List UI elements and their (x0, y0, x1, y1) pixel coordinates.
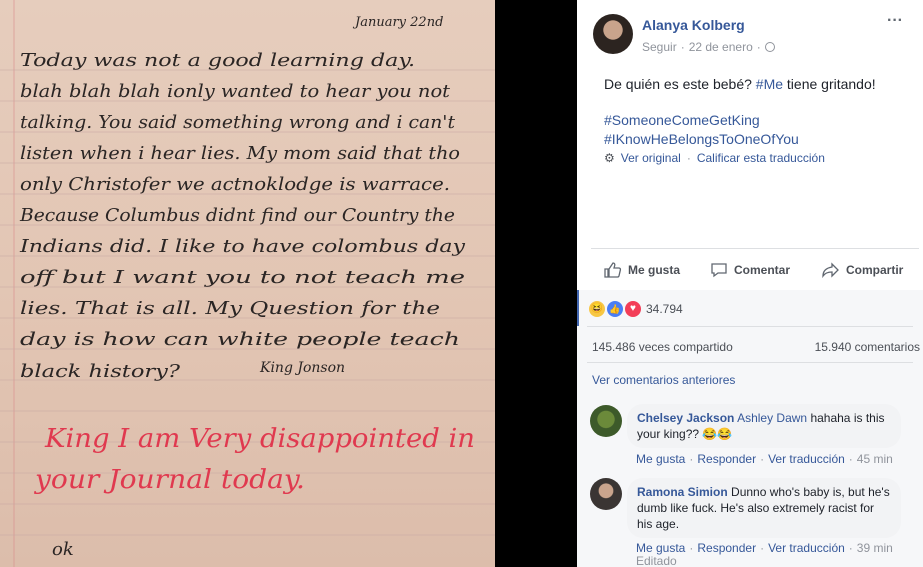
note-line: only Christofer we actnoklodge is warrac… (20, 174, 450, 195)
note-reply: ok (52, 539, 74, 560)
follow-link[interactable]: Seguir (642, 40, 677, 54)
note-line: day is how can white people teach (20, 329, 460, 350)
like-label: Me gusta (628, 263, 681, 277)
comment-reply-link[interactable]: Responder (697, 452, 756, 466)
view-previous-comments[interactable]: Ver comentarios anteriores (592, 373, 735, 387)
hashtag-link[interactable]: #SomeoneComeGetKing (604, 112, 760, 128)
translation-bar: ⚙ Ver original · Calificar esta traducci… (604, 151, 825, 165)
thumbs-up-icon (604, 262, 622, 278)
like-reaction-icon: 👍 (607, 301, 623, 317)
share-label: Compartir (846, 263, 904, 277)
comment-icon (711, 263, 727, 278)
comment-actions: Me gusta · Responder · Ver traducción · … (636, 452, 893, 466)
comment-translate-link[interactable]: Ver traducción (768, 452, 845, 466)
note-line: Today was not a good learning day. (20, 50, 415, 71)
comment-reply-link[interactable]: Responder (697, 541, 756, 555)
share-icon (822, 262, 839, 278)
post-text: De quién es este bebé? #Me tiene gritand… (604, 76, 876, 92)
divider (587, 326, 913, 327)
edited-label: Editado (636, 554, 677, 567)
divider (591, 248, 919, 249)
teacher-comment: King I am Very disappointed in (44, 424, 475, 454)
author-name[interactable]: Alanya Kolberg (642, 17, 745, 33)
love-reaction-icon: ♥ (625, 301, 641, 317)
comment-time[interactable]: 45 min (857, 452, 893, 466)
post-date[interactable]: 22 de enero (689, 40, 753, 54)
separator: · (686, 151, 691, 165)
notebook-page: January 22nd Today was not a good learni… (0, 0, 495, 567)
note-line: lies. That is all. My Question for the (20, 298, 440, 319)
post-text-part: De quién es este bebé? (604, 76, 752, 92)
note-date: January 22nd (352, 15, 443, 30)
note-line: listen when i hear lies. My mom said tha… (20, 143, 460, 164)
haha-reaction-icon: 😆 (589, 301, 605, 317)
comment-time[interactable]: 39 min (857, 541, 893, 555)
teacher-comment: your Journal today. (34, 465, 305, 495)
comments-count[interactable]: 15.940 comentarios (815, 340, 920, 354)
commenter-avatar[interactable] (590, 478, 622, 510)
post-text-part: tiene gritando! (786, 76, 876, 92)
comment-bubble: Ramona Simion Dunno who's baby is, but h… (627, 478, 901, 538)
globe-icon (764, 42, 775, 52)
tagged-user[interactable]: Ashley Dawn (737, 411, 807, 425)
shares-count[interactable]: 145.486 veces compartido (592, 340, 733, 354)
note-line: Because Columbus didnt find our Country … (19, 205, 455, 226)
separator: · (848, 541, 853, 555)
hashtag-link[interactable]: #IKnowHeBelongsToOneOfYou (604, 131, 799, 147)
accent-bar (577, 290, 579, 326)
note-line: black history? (20, 361, 180, 382)
post-panel: Alanya Kolberg Seguir · 22 de enero · ··… (577, 0, 923, 567)
post-photo[interactable]: January 22nd Today was not a good learni… (0, 0, 495, 567)
commenter-name[interactable]: Ramona Simion (637, 485, 728, 499)
comment-like-link[interactable]: Me gusta (636, 452, 685, 466)
rate-translation-link[interactable]: Calificar esta traducción (697, 151, 825, 165)
separator: · (760, 541, 765, 555)
comment-actions: Me gusta · Responder · Ver traducción · … (636, 541, 893, 555)
comment-button[interactable]: Comentar (710, 262, 790, 278)
commenter-avatar[interactable] (590, 405, 622, 437)
comment-translate-link[interactable]: Ver traducción (768, 541, 845, 555)
separator: · (689, 541, 694, 555)
share-button[interactable]: Compartir (822, 262, 903, 278)
like-button[interactable]: Me gusta (604, 262, 680, 278)
laughing-emoji-icon: 😂😂 (702, 427, 733, 441)
note-signature: King Jonson (259, 360, 345, 376)
photo-gutter (495, 0, 577, 567)
note-line: off but I want you to not teach me (20, 267, 465, 288)
hashtag-link[interactable]: #Me (756, 76, 783, 92)
note-line: blah blah blah ionly wanted to hear you … (20, 81, 451, 102)
divider (587, 362, 913, 363)
separator: · (756, 40, 761, 54)
separator: · (680, 40, 685, 54)
more-options-icon[interactable]: ··· (887, 12, 903, 30)
separator: · (760, 452, 765, 466)
comment-bubble: Chelsey Jackson Ashley Dawn hahaha is th… (627, 404, 901, 448)
post-meta: Seguir · 22 de enero · (642, 40, 775, 54)
note-line: talking. You said something wrong and i … (20, 112, 456, 133)
commenter-name[interactable]: Chelsey Jackson (637, 411, 734, 425)
comment-label: Comentar (734, 263, 791, 277)
separator: · (689, 452, 694, 466)
reactions-summary[interactable]: 😆 👍 ♥ 34.794 (589, 301, 683, 317)
reactions-count: 34.794 (646, 302, 683, 316)
gear-icon[interactable]: ⚙ (604, 151, 615, 165)
separator: · (848, 452, 853, 466)
note-line: Indians did. I like to have colombus day (19, 236, 466, 257)
comment-like-link[interactable]: Me gusta (636, 541, 685, 555)
author-avatar[interactable] (593, 14, 633, 54)
see-original-link[interactable]: Ver original (621, 151, 681, 165)
